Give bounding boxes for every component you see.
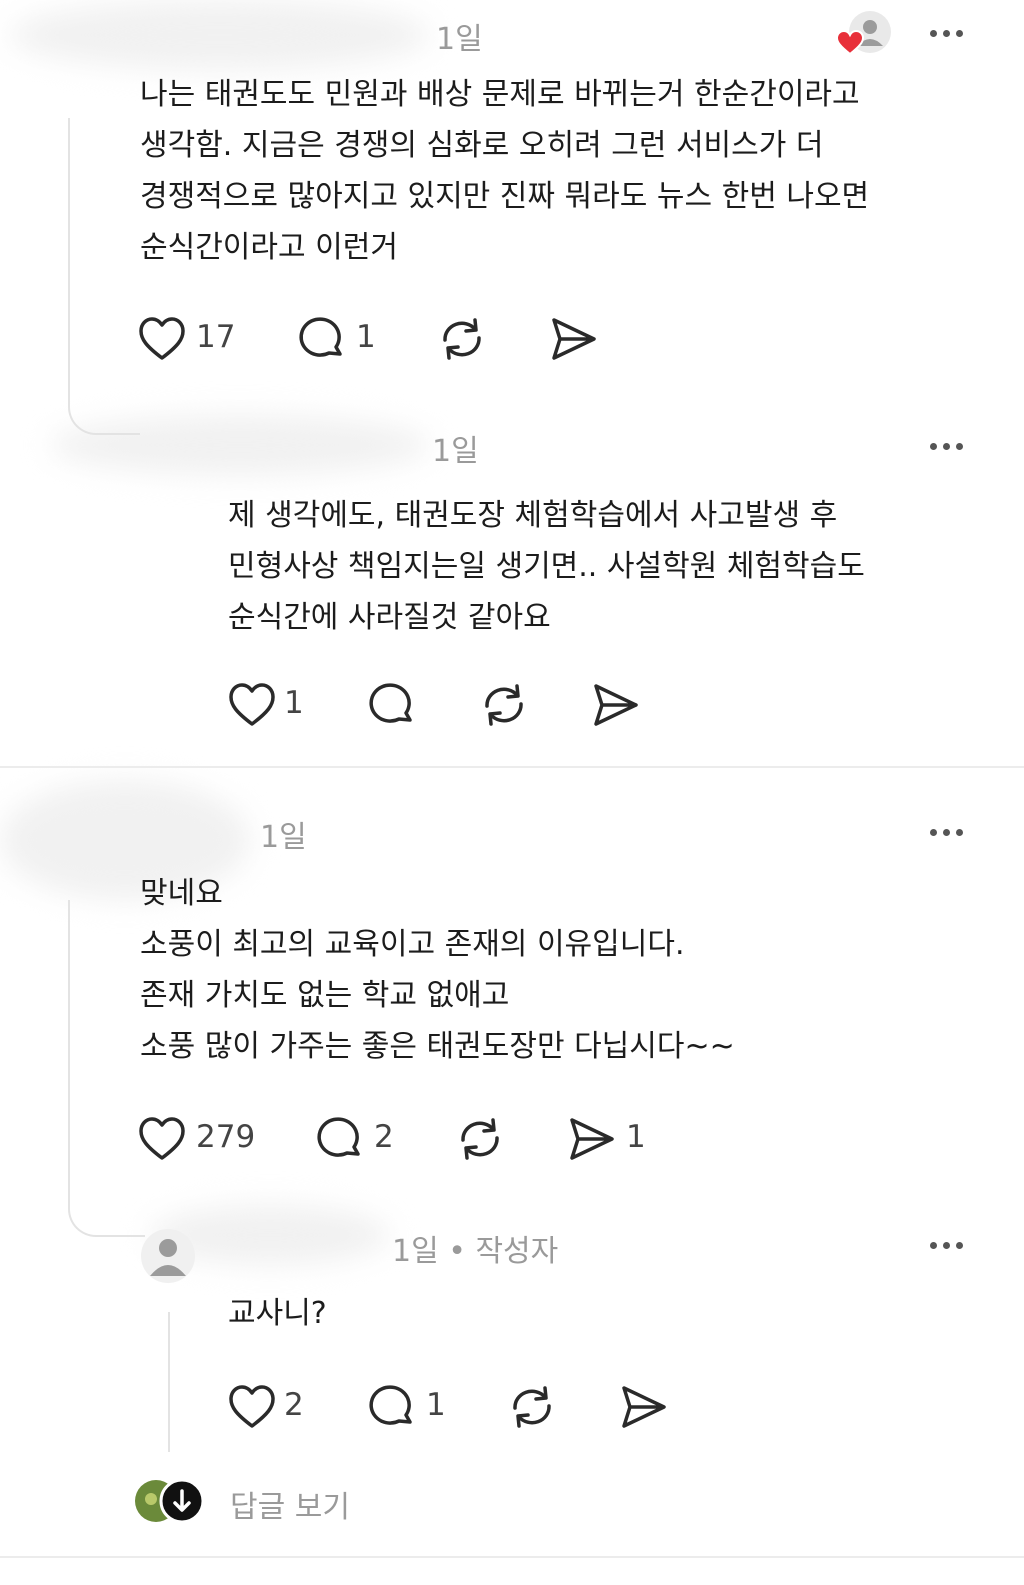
share-button[interactable]: [592, 682, 640, 728]
heart-icon: [229, 683, 275, 726]
like-count: 17: [196, 319, 236, 355]
avatar[interactable]: [140, 1228, 196, 1284]
like-count: 279: [196, 1119, 256, 1155]
view-replies-avatars[interactable]: [134, 1478, 206, 1524]
share-button[interactable]: [550, 316, 598, 362]
repost-button[interactable]: [438, 316, 486, 362]
thread-connector: [68, 900, 145, 1237]
reply-button[interactable]: [368, 1384, 416, 1430]
repost-button[interactable]: [456, 1116, 504, 1162]
avatar[interactable]: [836, 10, 892, 60]
reply-button[interactable]: [368, 682, 416, 728]
repost-button[interactable]: [480, 682, 528, 728]
like-count: 1: [284, 685, 304, 721]
repost-icon: [485, 684, 523, 726]
divider: [0, 766, 1024, 768]
comment-time: 1일 • 작성자: [392, 1234, 559, 1269]
repost-icon: [443, 318, 481, 360]
repost-icon: [513, 1386, 551, 1428]
repost-icon: [461, 1118, 499, 1160]
heart-icon: [229, 1385, 275, 1428]
send-icon: [552, 318, 596, 360]
like-button[interactable]: [228, 1384, 276, 1430]
heart-icon: [139, 317, 185, 360]
divider: [0, 1556, 1024, 1558]
comment-time: 1일: [432, 434, 479, 469]
comment-body: 맞네요 소풍이 최고의 교육이고 존재의 이유입니다. 존재 가치도 없는 학교…: [140, 876, 735, 1064]
thread-connector: [68, 118, 140, 435]
more-options-icon[interactable]: [930, 826, 970, 838]
thread-connector: [168, 1312, 170, 1452]
comment-bubble-icon: [369, 683, 412, 723]
reply-count: 2: [374, 1119, 394, 1155]
like-button[interactable]: [138, 1116, 186, 1162]
send-icon: [622, 1386, 666, 1428]
reply-button[interactable]: [298, 316, 346, 362]
view-replies-link[interactable]: 답글 보기: [230, 1482, 350, 1526]
more-options-icon[interactable]: [930, 1239, 970, 1251]
comment-body: 제 생각에도, 태권도장 체험학습에서 사고발생 후 민형사상 책임지는일 생기…: [228, 498, 865, 635]
redacted-username: [10, 0, 430, 70]
comment-bubble-icon: [317, 1117, 360, 1157]
send-icon: [594, 684, 638, 726]
comment-bubble-icon: [299, 317, 342, 357]
comment-time: 1일: [436, 22, 483, 57]
more-options-icon[interactable]: [930, 440, 970, 452]
send-icon: [570, 1118, 614, 1160]
like-count: 2: [284, 1387, 304, 1423]
comment-body: 나는 태권도도 민원과 배상 문제로 바뀌는거 한순간이라고 생각함. 지금은 …: [140, 77, 870, 265]
like-button[interactable]: [138, 316, 186, 362]
user-avatar-icon: [141, 1229, 195, 1283]
reply-count: 1: [426, 1387, 446, 1423]
reply-button[interactable]: [316, 1116, 364, 1162]
heart-icon: [139, 1117, 185, 1160]
comment-time: 1일: [260, 820, 307, 855]
reply-count: 1: [356, 319, 376, 355]
share-button[interactable]: [620, 1384, 668, 1430]
more-options-icon[interactable]: [930, 27, 970, 39]
share-button[interactable]: [568, 1116, 616, 1162]
comment-body: 교사니?: [228, 1296, 327, 1331]
comment-bubble-icon: [369, 1385, 412, 1425]
repost-button[interactable]: [508, 1384, 556, 1430]
like-button[interactable]: [228, 682, 276, 728]
share-count: 1: [626, 1119, 646, 1155]
heart-badge-icon: [836, 30, 864, 56]
